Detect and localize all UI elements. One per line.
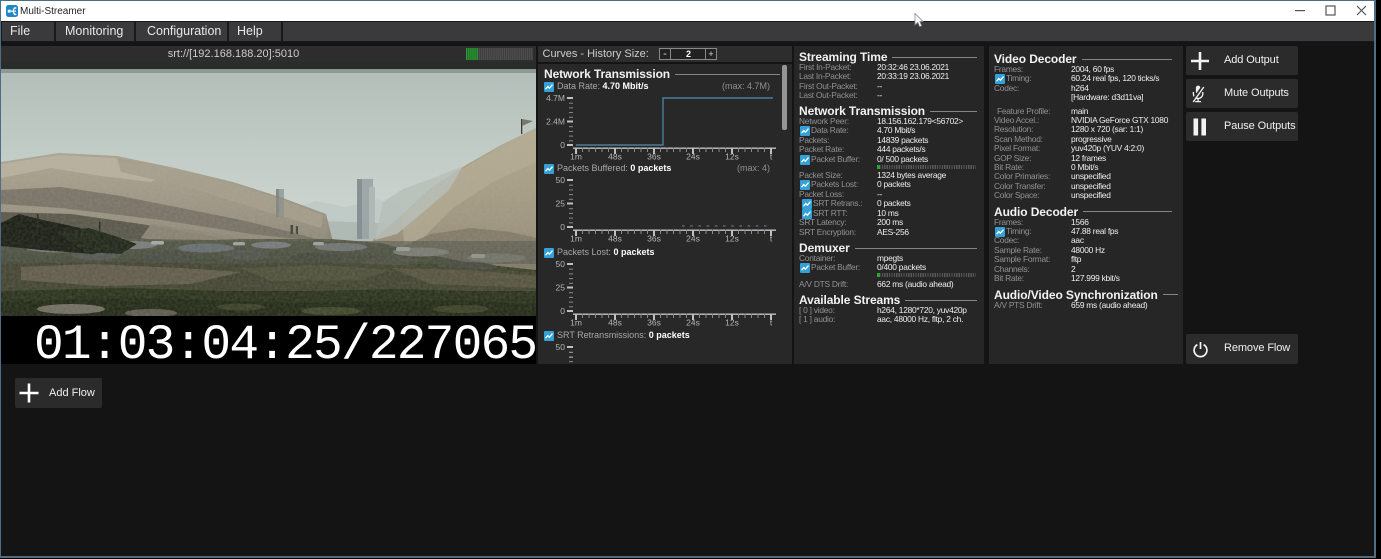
svg-text:0: 0 [560, 140, 565, 150]
svg-text:50: 50 [556, 259, 566, 269]
svg-text:1m: 1m [570, 234, 582, 244]
svg-text:12s: 12s [725, 234, 739, 244]
svg-text:25: 25 [556, 283, 566, 293]
svg-text:36s: 36s [647, 152, 661, 162]
svg-text:1m: 1m [570, 318, 582, 328]
svg-text:1m: 1m [570, 152, 582, 162]
svg-text:t: t [770, 234, 773, 244]
svg-text:25: 25 [556, 199, 566, 209]
svg-text:0: 0 [560, 306, 565, 316]
svg-text:48s: 48s [608, 152, 622, 162]
svg-text:t: t [770, 152, 773, 162]
svg-text:50: 50 [556, 175, 566, 185]
svg-text:4.7M: 4.7M [546, 93, 565, 103]
svg-text:t: t [770, 318, 773, 328]
svg-text:12s: 12s [725, 152, 739, 162]
svg-text:48s: 48s [608, 318, 622, 328]
svg-text:0: 0 [560, 222, 565, 232]
svg-text:48s: 48s [608, 234, 622, 244]
svg-text:36s: 36s [647, 318, 661, 328]
svg-text:12s: 12s [725, 318, 739, 328]
svg-text:24s: 24s [686, 318, 700, 328]
svg-text:2.4M: 2.4M [546, 117, 565, 127]
svg-text:36s: 36s [647, 234, 661, 244]
svg-text:50: 50 [556, 342, 566, 352]
svg-text:24s: 24s [686, 234, 700, 244]
svg-text:24s: 24s [686, 152, 700, 162]
